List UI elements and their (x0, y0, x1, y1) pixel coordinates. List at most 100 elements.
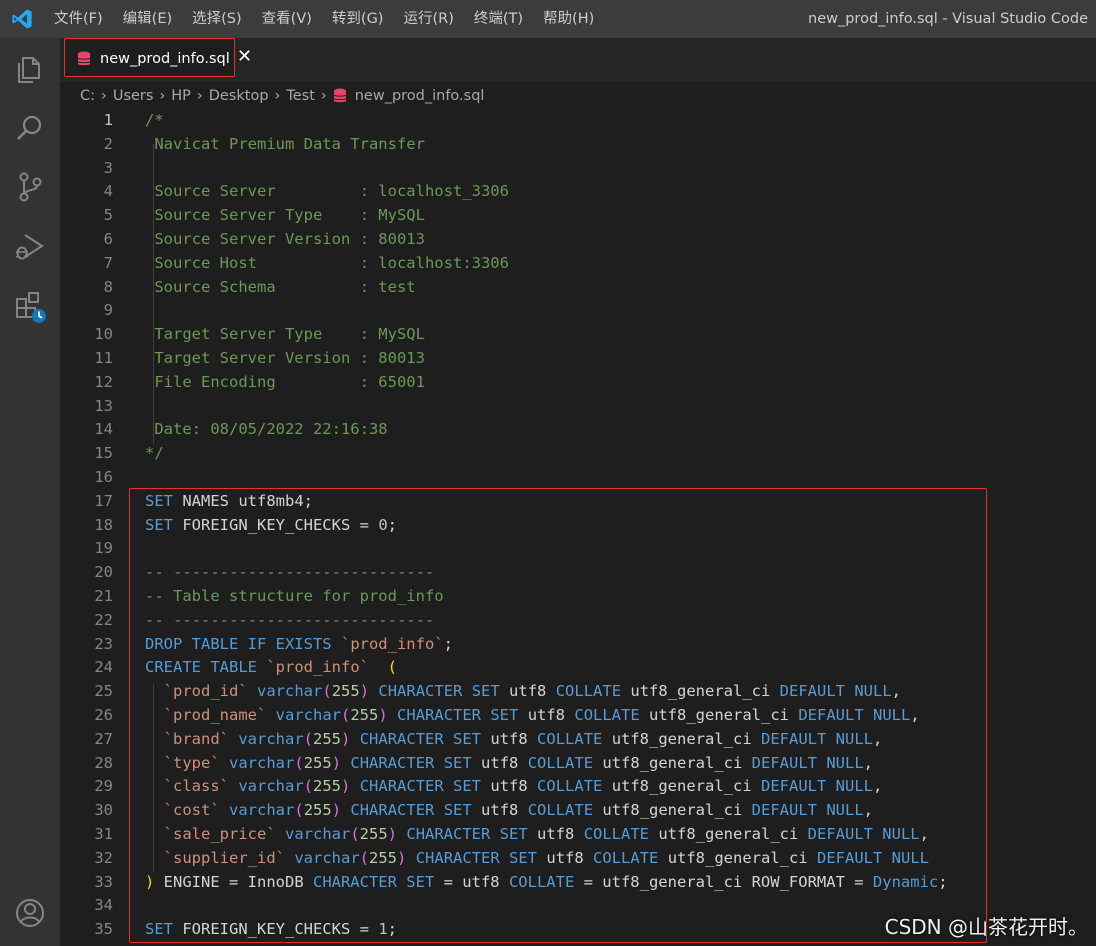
line-number: 29 (94, 777, 113, 796)
run-debug-icon[interactable] (13, 230, 47, 264)
line-number: 27 (94, 729, 113, 748)
code-token: */ (145, 444, 164, 463)
tab-new-prod-info-sql[interactable]: new_prod_info.sql (64, 38, 235, 77)
line-number: 21 (94, 587, 113, 605)
chevron-right-icon: › (274, 88, 281, 104)
line-number: 28 (94, 753, 113, 772)
explorer-icon[interactable] (13, 52, 47, 86)
chevron-right-icon: › (159, 88, 166, 104)
line-number: 33 (94, 872, 113, 891)
menu-item[interactable]: 运行(R) (393, 0, 463, 38)
menu-item[interactable]: 终端(T) (464, 0, 533, 38)
breadcrumb: C: › Users › HP › Desktop › Test › new_prod_info.s… (60, 82, 1096, 110)
code-token: /* (145, 111, 164, 129)
code-line: 11 Target Server Version : 80013 (60, 346, 1096, 370)
menu-bar: 文件(F) 编辑(E) 选择(S) 查看(V) 转到(G) 运行(R) 终端(T) 帮助(H) (44, 0, 604, 38)
code-text: Source Host : localhost:3306 (145, 251, 509, 275)
menu-item[interactable]: 编辑(E) (113, 0, 182, 38)
database-file-icon (333, 88, 347, 103)
line-number: 15 (94, 444, 113, 463)
breadcrumb-item[interactable]: Test (286, 88, 315, 104)
code-line: 15 */ (60, 441, 1096, 465)
tabs-bar: new_prod_info.sql ✕ (60, 38, 1096, 82)
code-line: 7 Source Host : localhost:3306 (60, 251, 1096, 275)
code-token: Target Server Type : MySQL (145, 325, 425, 344)
line-number: 30 (94, 801, 113, 820)
line-number: 25 (94, 682, 113, 701)
line-number: 13 (94, 396, 113, 415)
code-token: Source Schema : test (145, 277, 416, 296)
code-token: Navicat Premium Data Transfer (145, 134, 425, 153)
code-line: 9 (60, 298, 1096, 322)
line-number: 35 (94, 920, 113, 939)
line-number: 23 (94, 634, 113, 653)
code-token: Source Server : localhost_3306 (145, 182, 509, 201)
code-line: 8 Source Schema : test (60, 275, 1096, 299)
code-line: 2 Navicat Premium Data Transfer (60, 132, 1096, 156)
code-token: File Encoding : 65001 (145, 372, 425, 391)
code-line: 16 (60, 465, 1096, 489)
account-icon[interactable] (13, 896, 47, 930)
breadcrumb-item[interactable]: Desktop (209, 88, 269, 104)
code-token: Source Server Version : 80013 (145, 230, 425, 248)
line-number: 26 (94, 706, 113, 724)
code-text: Source Server Type : MySQL (145, 203, 425, 227)
source-control-icon[interactable] (13, 170, 47, 204)
line-number: 11 (94, 349, 113, 367)
breadcrumb-item[interactable]: HP (171, 88, 191, 104)
line-number: 12 (94, 372, 113, 391)
menu-item[interactable]: 帮助(H) (533, 0, 604, 38)
code-text: */ (145, 441, 164, 465)
chevron-right-icon: › (320, 88, 327, 104)
line-number: 18 (94, 515, 113, 534)
tab-close-icon[interactable]: ✕ (237, 47, 252, 67)
line-number: 32 (94, 848, 113, 867)
code-text: Target Server Version : 80013 (145, 346, 425, 370)
highlight-annotation-box (129, 488, 987, 943)
database-file-icon (77, 51, 91, 66)
code-line: 3 (60, 156, 1096, 180)
watermark: CSDN @山茶花开时。 (884, 915, 1088, 939)
title-bar: 文件(F) 编辑(E) 选择(S) 查看(V) 转到(G) 运行(R) 终端(T) 帮助(H)… (0, 0, 1096, 38)
code-line: 6 Source Server Version : 80013 (60, 227, 1096, 251)
line-number: 8 (103, 277, 113, 296)
code-line: 14 Date: 08/05/2022 22:16:38 (60, 417, 1096, 441)
chevron-right-icon: › (196, 88, 203, 104)
line-number: 34 (94, 896, 113, 915)
code-text: Source Server Version : 80013 (145, 227, 425, 251)
code-line: 1 /* (60, 108, 1096, 132)
menu-item[interactable]: 查看(V) (252, 0, 322, 38)
activity-bar (0, 38, 60, 946)
code-token: Source Host : localhost:3306 (145, 253, 509, 272)
code-text: Source Server : localhost_3306 (145, 179, 509, 203)
line-number: 24 (94, 658, 113, 677)
breadcrumb-item[interactable]: Users (113, 88, 154, 104)
breadcrumb-item[interactable]: new_prod_info.sql (355, 88, 485, 104)
breadcrumb-item[interactable]: C: (80, 88, 95, 104)
code-line: 5 Source Server Type : MySQL (60, 203, 1096, 227)
code-line: 10 Target Server Type : MySQL (60, 322, 1096, 346)
line-number: 7 (103, 253, 113, 272)
extensions-icon[interactable] (13, 290, 47, 324)
code-text: Target Server Type : MySQL (145, 322, 425, 346)
code-token: Date: 08/05/2022 22:16:38 (145, 420, 388, 439)
code-text: Date: 08/05/2022 22:16:38 (145, 417, 388, 441)
menu-item[interactable]: 转到(G) (322, 0, 394, 38)
search-icon[interactable] (13, 111, 47, 145)
line-number: 14 (94, 420, 113, 439)
code-text: Navicat Premium Data Transfer (145, 132, 425, 156)
tab-label: new_prod_info.sql (100, 51, 230, 67)
line-number: 5 (103, 206, 113, 225)
line-number: 1 (103, 111, 113, 129)
code-text: Source Schema : test (145, 275, 416, 299)
menu-item[interactable]: 选择(S) (182, 0, 252, 38)
chevron-right-icon: › (101, 88, 107, 104)
window-title: new_prod_info.sql - Visual Studio Code (808, 11, 1088, 27)
line-number: 6 (103, 230, 113, 248)
code-line: 12 File Encoding : 65001 (60, 370, 1096, 394)
line-number: 3 (103, 158, 113, 177)
menu-item[interactable]: 文件(F) (44, 0, 113, 38)
code-text: /* (145, 108, 164, 132)
code-line: 4 Source Server : localhost_3306 (60, 179, 1096, 203)
code-line: 13 (60, 394, 1096, 418)
